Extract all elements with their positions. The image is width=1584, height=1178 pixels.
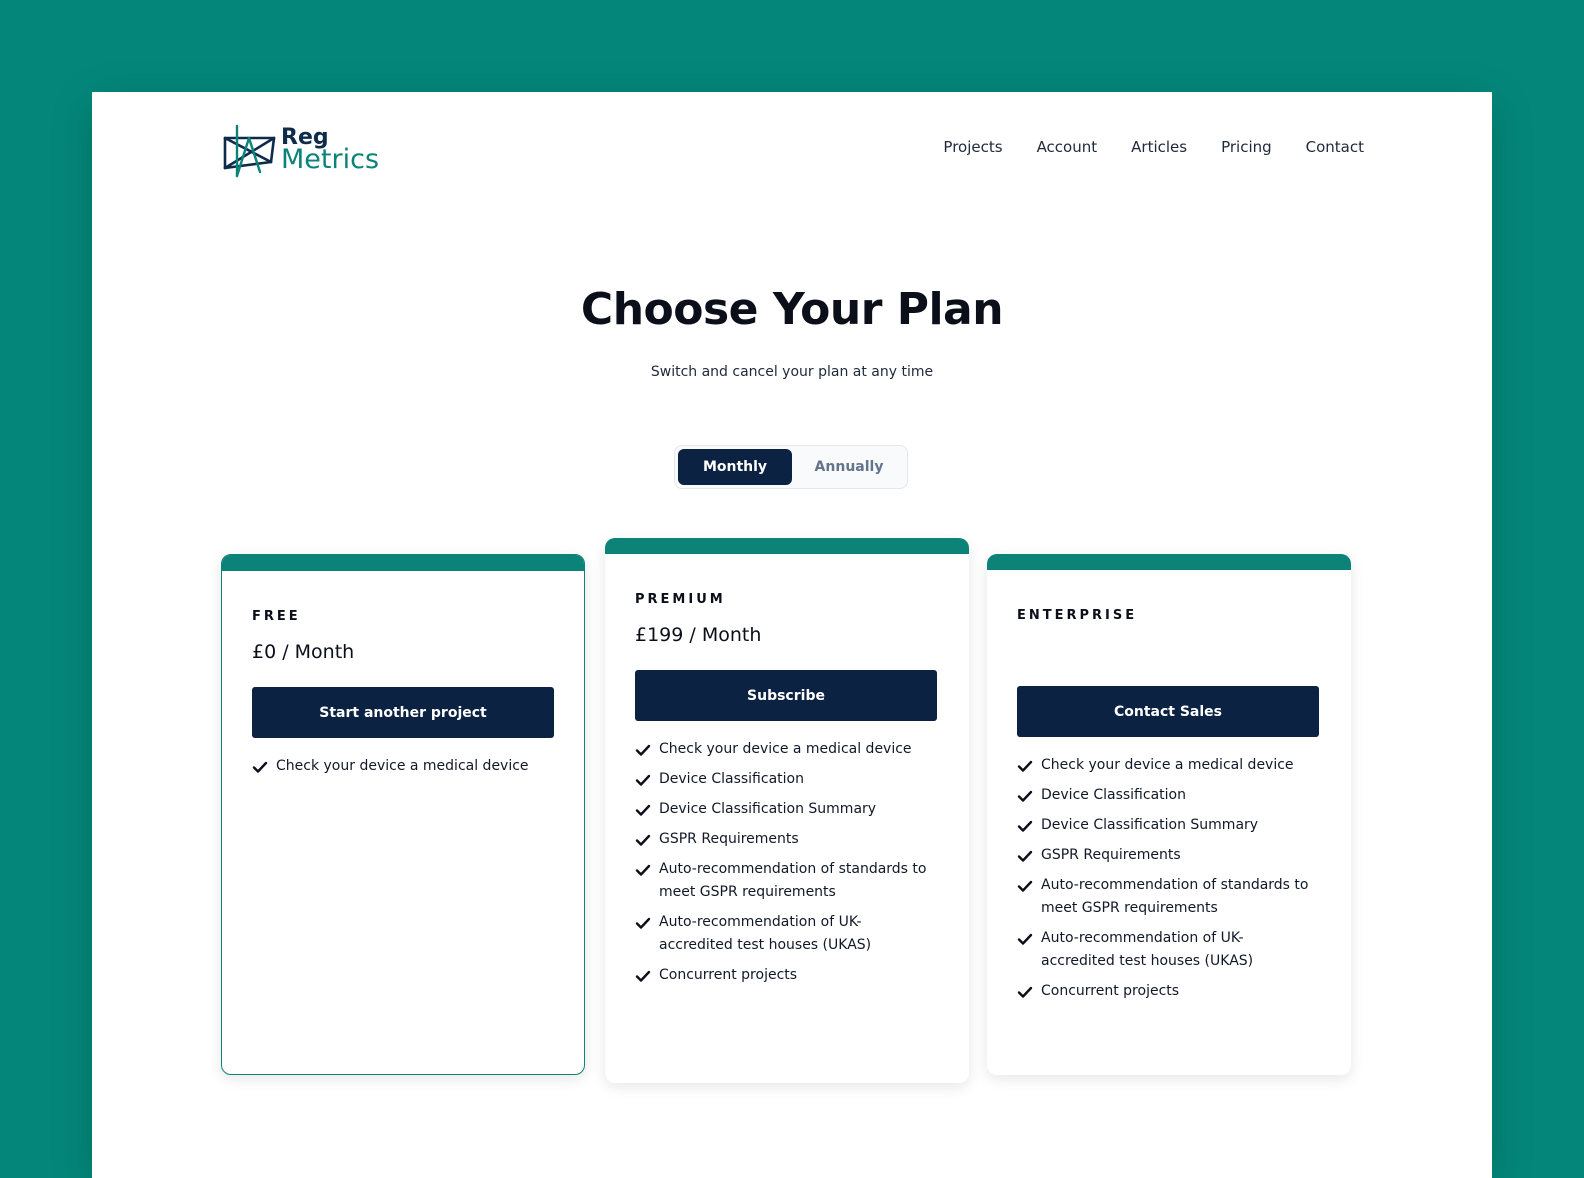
feature-item: Device Classification Summary <box>635 798 935 821</box>
start-another-project-button[interactable]: Start another project <box>252 687 554 738</box>
check-icon <box>1017 844 1035 867</box>
check-icon <box>1017 980 1035 1003</box>
feature-text: Check your device a medical device <box>659 741 912 757</box>
nav-link-projects[interactable]: Projects <box>943 138 1002 156</box>
check-icon <box>1017 874 1035 897</box>
feature-list: Check your device a medical device Devic… <box>1017 754 1317 1010</box>
feature-text: GSPR Requirements <box>659 831 799 847</box>
logo[interactable]: Reg Metrics <box>222 124 392 180</box>
billing-toggle: Monthly Annually <box>674 445 908 489</box>
feature-text: Check your device a medical device <box>276 758 529 774</box>
plan-price: £0 / Month <box>252 641 355 663</box>
check-icon <box>1017 754 1035 777</box>
plan-price: £199 / Month <box>635 624 762 646</box>
plan-tier: FREE <box>252 609 301 624</box>
logo-text-metrics: Metrics <box>281 144 380 175</box>
page-frame: Reg Metrics Projects Account Articles Pr… <box>92 92 1492 1178</box>
check-icon <box>635 738 653 761</box>
feature-item: Device Classification <box>1017 784 1317 807</box>
page-subtitle: Switch and cancel your plan at any time <box>650 364 934 380</box>
check-icon <box>635 798 653 821</box>
check-icon <box>635 964 653 987</box>
feature-item: Auto-recommendation of standards to meet… <box>1017 874 1317 920</box>
feature-item: Concurrent projects <box>1017 980 1317 1003</box>
check-icon <box>635 828 653 851</box>
plan-card-premium: PREMIUM £199 / Month Subscribe Check you… <box>605 538 969 1083</box>
feature-text: Concurrent projects <box>1041 983 1180 999</box>
feature-text: Device Classification <box>659 771 804 787</box>
check-icon <box>635 768 653 791</box>
feature-item: Concurrent projects <box>635 964 935 987</box>
feature-text: Device Classification Summary <box>1041 817 1259 833</box>
feature-text: Auto-recommendation of UK-accredited tes… <box>1041 930 1254 969</box>
feature-item: Auto-recommendation of UK-accredited tes… <box>1017 927 1317 973</box>
feature-item: Check your device a medical device <box>635 738 935 761</box>
feature-text: Device Classification Summary <box>659 801 877 817</box>
nav-link-contact[interactable]: Contact <box>1306 138 1364 156</box>
plan-tier: ENTERPRISE <box>1017 608 1138 623</box>
feature-text: Auto-recommendation of standards to meet… <box>1041 877 1309 916</box>
main-nav: Projects Account Articles Pricing Contac… <box>943 138 1364 156</box>
check-icon <box>1017 784 1035 807</box>
page-title: Choose Your Plan <box>580 284 1004 335</box>
logo-mark-icon <box>223 124 276 178</box>
feature-list: Check your device a medical device <box>252 755 552 785</box>
plan-card-free: FREE £0 / Month Start another project Ch… <box>221 554 585 1075</box>
feature-item: GSPR Requirements <box>635 828 935 851</box>
feature-item: Device Classification <box>635 768 935 791</box>
check-icon <box>1017 927 1035 950</box>
feature-item: Check your device a medical device <box>252 755 552 778</box>
check-icon <box>252 755 270 778</box>
feature-item: Auto-recommendation of UK-accredited tes… <box>635 911 935 957</box>
feature-item: Device Classification Summary <box>1017 814 1317 837</box>
card-accent-bar <box>987 554 1351 570</box>
feature-text: GSPR Requirements <box>1041 847 1181 863</box>
header: Reg Metrics Projects Account Articles Pr… <box>92 92 1492 212</box>
contact-sales-button[interactable]: Contact Sales <box>1017 686 1319 737</box>
nav-link-pricing[interactable]: Pricing <box>1221 138 1272 156</box>
feature-list: Check your device a medical device Devic… <box>635 738 935 994</box>
plan-tier: PREMIUM <box>635 592 726 607</box>
check-icon <box>635 858 653 881</box>
toggle-annually[interactable]: Annually <box>792 449 906 485</box>
nav-link-account[interactable]: Account <box>1037 138 1098 156</box>
plan-card-enterprise: ENTERPRISE Contact Sales Check your devi… <box>987 554 1351 1075</box>
feature-item: GSPR Requirements <box>1017 844 1317 867</box>
nav-link-articles[interactable]: Articles <box>1131 138 1187 156</box>
feature-item: Check your device a medical device <box>1017 754 1317 777</box>
check-icon <box>635 911 653 934</box>
feature-text: Concurrent projects <box>659 967 798 983</box>
card-accent-bar <box>222 555 584 571</box>
feature-text: Auto-recommendation of standards to meet… <box>659 861 927 900</box>
feature-text: Device Classification <box>1041 787 1186 803</box>
feature-text: Check your device a medical device <box>1041 757 1294 773</box>
feature-text: Auto-recommendation of UK-accredited tes… <box>659 914 872 953</box>
check-icon <box>1017 814 1035 837</box>
subscribe-button[interactable]: Subscribe <box>635 670 937 721</box>
card-accent-bar <box>605 538 969 554</box>
feature-item: Auto-recommendation of standards to meet… <box>635 858 935 904</box>
toggle-monthly[interactable]: Monthly <box>678 449 792 485</box>
